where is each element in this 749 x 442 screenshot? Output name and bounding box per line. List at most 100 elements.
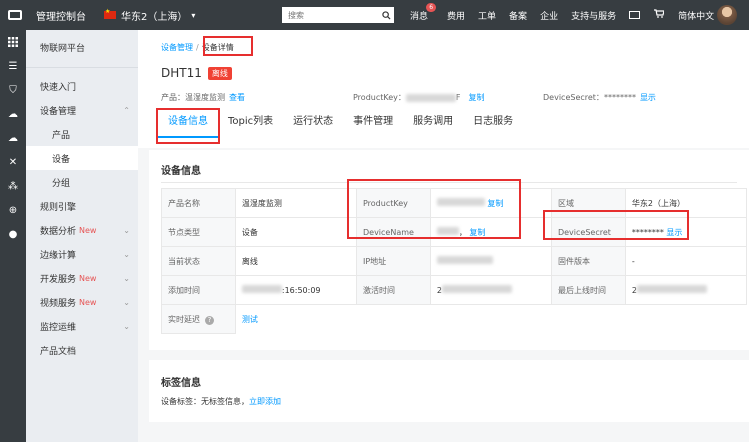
value-node-type: 设备 [234,217,357,247]
sidebar-item-products[interactable]: 产品 [26,122,138,146]
highlight-secret-box [543,210,689,240]
device-name: DHT11 [161,66,202,80]
tab-run-status[interactable]: 运行状态 [283,110,343,138]
top-navigation-bar: 管理控制台 华东2（上海） ▾ 消息6 费用 工单 备案 企业 支持与服务 简体… [0,0,749,30]
test-latency-link[interactable]: 测试 [242,315,258,324]
china-flag-icon [104,8,116,19]
menu-icon[interactable]: ☰ [0,54,26,78]
cart-icon[interactable] [654,9,665,21]
show-secret-link[interactable]: 显示 [640,92,656,103]
label-current-status: 当前状态 [161,246,236,276]
value-firmware: - [624,246,748,276]
tab-topic-list[interactable]: Topic列表 [218,110,283,138]
tab-event-management[interactable]: 事件管理 [343,110,403,138]
devicesecret-meta: DeviceSecret： ******** 显示 [543,92,656,103]
sidebar-title: 物联网平台 [26,30,138,68]
status-badge: 离线 [207,66,232,80]
copy-productkey-link[interactable]: 复制 [469,92,485,103]
search-box [282,7,394,23]
breadcrumb-device-management[interactable]: 设备管理 [161,42,193,53]
language-switch[interactable]: 简体中文 [678,9,714,22]
productkey-meta: ProductKey： F 复制 [353,92,485,103]
tab-log-service[interactable]: 日志服务 [463,110,523,138]
value-product-name: 温湿度监测 [234,188,357,218]
sidebar-item-groups[interactable]: 分组 [26,170,138,194]
label-ip-address: IP地址 [355,246,431,276]
icp-link[interactable]: 备案 [509,9,527,22]
shield-icon[interactable]: ⛉ [0,78,26,102]
value-added-time: :16:50:09 [234,275,357,305]
circle-icon[interactable]: ● [0,222,26,246]
chevron-up-icon: ⌃ [123,105,130,115]
view-product-link[interactable]: 查看 [229,92,245,103]
sidebar-item-edge-computing[interactable]: 边缘计算 ⌄ [26,242,138,266]
highlight-breadcrumb-box [203,36,253,56]
network-icon[interactable]: ⁂ [0,174,26,198]
device-info-title: 设备信息 [161,166,201,177]
sidebar-item-data-analysis[interactable]: 数据分析 New ⌄ [26,218,138,242]
new-badge: New [79,297,97,307]
sidebar-item-device-management[interactable]: 设备管理 ⌃ [26,98,138,122]
support-link[interactable]: 支持与服务 [571,9,616,22]
table-row: 当前状态 离线 IP地址 固件版本 - [161,246,748,276]
product-label: 产品： [161,93,185,102]
tag-label: 设备标签：无标签信息， [161,397,249,406]
aliyun-logo-icon [8,10,22,20]
billing-link[interactable]: 费用 [447,9,465,22]
chevron-down-icon: ⌄ [123,225,130,235]
last-online-redacted [636,285,707,293]
expand-icon[interactable]: ✕ [0,150,26,174]
top-links: 消息 6 费用 工单 备案 企业 支持与服务 简体中文 [410,0,727,30]
sidebar-item-dev-services[interactable]: 开发服务 New ⌄ [26,266,138,290]
console-title[interactable]: 管理控制台 [36,8,86,23]
search-input[interactable] [282,7,378,23]
search-icon[interactable] [378,7,394,23]
ip-redacted [436,256,493,264]
sidebar-item-video-services[interactable]: 视频服务 New ⌄ [26,290,138,314]
label-firmware: 固件版本 [550,246,626,276]
new-badge: New [79,225,97,235]
chevron-down-icon: ⌄ [123,273,130,283]
label-added-time: 添加时间 [161,275,236,305]
table-row: 添加时间 :16:50:09 激活时间 2 最后上线时间 2 [161,275,748,305]
highlight-tab-box [156,108,220,144]
console-logo[interactable] [0,0,30,30]
tab-service-call[interactable]: 服务调用 [403,110,463,138]
label-realtime-latency: 实时延迟? [161,304,236,334]
label-activation-time: 激活时间 [355,275,431,305]
sidebar-item-quickstart[interactable]: 快速入门 [26,74,138,98]
enterprise-link[interactable]: 企业 [540,9,558,22]
sidebar-item-devices[interactable]: 设备 [26,146,138,170]
cloud-gear-icon[interactable]: ☁ [0,126,26,150]
region-label: 华东2（上海） [121,11,188,23]
messages-link[interactable]: 消息 6 [410,2,437,22]
grid-icon[interactable] [0,30,26,54]
help-icon[interactable]: ? [205,315,214,325]
productkey-tail: F [455,93,461,102]
region-selector[interactable]: 华东2（上海） ▾ [104,8,195,23]
tag-info-card: 标签信息 设备标签：无标签信息，立即添加 [149,360,749,422]
globe-icon[interactable]: ⊕ [0,198,26,222]
date-redacted [241,285,282,293]
main-content: 设备管理 / 设备详情 DHT11 离线 产品： 温湿度监测 查看 Produc… [138,30,749,442]
mail-icon[interactable] [629,11,641,19]
message-count-badge: 6 [426,2,437,12]
device-info-card: 设备信息 产品名称 温湿度监测 ProductKey 复制 区域 华东2（上海）… [149,150,749,350]
label-node-type: 节点类型 [161,217,236,247]
chevron-down-icon: ⌄ [123,297,130,307]
chevron-down-icon: ⌄ [123,249,130,259]
value-activation-time: 2 [429,275,552,305]
cloud-icon[interactable]: ☁ [0,102,26,126]
chevron-down-icon: ⌄ [123,321,130,331]
sidebar-item-docs[interactable]: 产品文档 [26,338,138,362]
user-avatar[interactable] [717,5,737,25]
devicesecret-value: ******** [603,93,636,102]
sidebar-item-monitoring[interactable]: 监控运维 ⌄ [26,314,138,338]
value-realtime-latency: 测试 [235,304,747,334]
sidebar-item-rules-engine[interactable]: 规则引擎 [26,194,138,218]
tickets-link[interactable]: 工单 [478,9,496,22]
devicesecret-label: DeviceSecret： [543,93,604,102]
productkey-redacted [405,93,456,102]
add-tag-link[interactable]: 立即添加 [249,397,281,406]
label-last-online: 最后上线时间 [550,275,626,305]
